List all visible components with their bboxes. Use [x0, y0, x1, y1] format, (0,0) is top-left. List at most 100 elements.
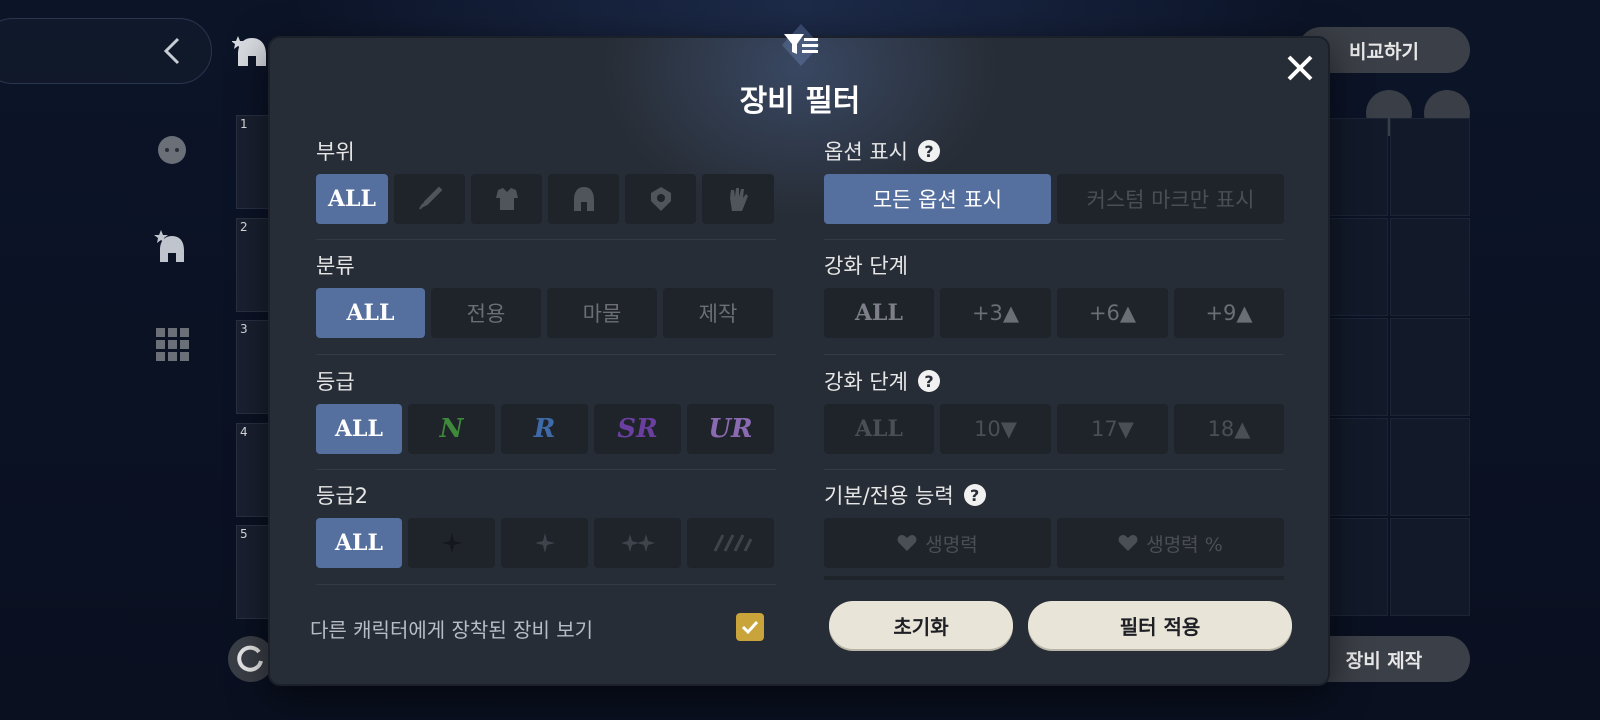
enhance2-options: ALL 10▼ 17▼ 18▲ — [824, 404, 1284, 454]
part-accessory-button[interactable] — [625, 174, 696, 224]
grade-label: 등급 — [316, 366, 355, 396]
help-icon[interactable]: ? — [917, 370, 940, 392]
sword-icon — [418, 186, 442, 210]
show-all-options-button[interactable]: 모든 옵션 표시 — [824, 174, 1051, 224]
grid-cell[interactable] — [1390, 418, 1470, 516]
category-exclusive-button[interactable]: 전용 — [431, 288, 541, 338]
accessory-icon — [650, 187, 671, 211]
reset-button[interactable]: 초기화 — [829, 601, 1013, 649]
option-display-options: 모든 옵션 표시 커스텀 마크만 표시 — [824, 174, 1284, 224]
modal-title: 장비 필터 — [739, 84, 861, 119]
enhance2-18-button[interactable]: 18▲ — [1174, 404, 1284, 454]
category-options: ALL 전용 마물 제작 — [316, 288, 773, 338]
grid-menu-icon[interactable] — [152, 324, 192, 364]
part-all-button[interactable]: ALL — [316, 174, 388, 224]
hp-percent-button[interactable]: 생명력 % — [1057, 518, 1284, 568]
part-weapon-button[interactable] — [394, 174, 465, 224]
category-all-button[interactable]: ALL — [316, 288, 425, 338]
show-custom-mark-button[interactable]: 커스텀 마크만 표시 — [1057, 174, 1284, 224]
grid-cell[interactable] — [1390, 518, 1470, 616]
grade-ur-button[interactable]: UR — [687, 404, 774, 454]
part-helmet-button[interactable] — [548, 174, 619, 224]
enhance-label-text: 강화 단계 — [824, 254, 908, 278]
help-icon[interactable]: ? — [963, 484, 986, 506]
category-label: 분류 — [316, 250, 355, 280]
enhance2-all-button[interactable]: ALL — [824, 404, 934, 454]
star-1-icon — [441, 533, 462, 553]
grade-n-text: N — [439, 414, 464, 444]
scroll-hint — [824, 576, 1284, 580]
divider — [824, 354, 1284, 355]
back-arrow-icon[interactable] — [158, 36, 188, 66]
heart-icon — [897, 535, 917, 551]
glove-icon — [730, 188, 748, 211]
grade2-all-button[interactable]: ALL — [316, 518, 402, 568]
filter-icon — [782, 24, 820, 66]
enhance-options: ALL +3▲ +6▲ +9▲ — [824, 288, 1284, 338]
grade2-3-button[interactable] — [594, 518, 681, 568]
help-icon[interactable]: ? — [917, 140, 940, 162]
grade-all-button[interactable]: ALL — [316, 404, 402, 454]
star-3-icon — [620, 534, 655, 552]
refresh-button[interactable] — [228, 636, 274, 682]
grade2-label: 등급2 — [316, 480, 368, 510]
grade-sr-text: SR — [617, 414, 658, 444]
refresh-icon — [237, 645, 263, 672]
grade2-1-button[interactable] — [408, 518, 495, 568]
option-display-label: 옵션 표시? — [824, 136, 940, 166]
enhance-label: 강화 단계 — [824, 250, 908, 280]
part-glove-button[interactable] — [702, 174, 774, 224]
grade-options: ALL N R SR UR — [316, 404, 774, 454]
ability-options: 생명력 생명력 % — [824, 518, 1284, 568]
checkmark-icon — [741, 620, 759, 635]
hp-text: 생명력 — [925, 533, 978, 556]
enhance2-17-button[interactable]: 17▼ — [1057, 404, 1168, 454]
grade-ur-text: UR — [708, 414, 753, 444]
category-crafted-button[interactable]: 제작 — [663, 288, 773, 338]
category-label-text: 분류 — [316, 254, 355, 278]
grade2-label-text: 등급2 — [316, 484, 369, 508]
enhance2-label: 강화 단계? — [824, 366, 940, 396]
enhance-6-button[interactable]: +6▲ — [1057, 288, 1168, 338]
heart-icon — [1118, 535, 1138, 551]
enhance2-10-button[interactable]: 10▼ — [940, 404, 1051, 454]
star-4-icon — [713, 534, 752, 552]
apply-filter-button[interactable]: 필터 적용 — [1028, 601, 1292, 649]
part-options: ALL — [316, 174, 774, 224]
equipment-tab-icon[interactable] — [152, 228, 192, 268]
list-number: 3 — [240, 322, 248, 336]
grade2-options: ALL — [316, 518, 774, 568]
grade2-4-button[interactable] — [687, 518, 774, 568]
category-monster-button[interactable]: 마물 — [547, 288, 657, 338]
grid-cell[interactable] — [1390, 118, 1470, 216]
grade-sr-button[interactable]: SR — [594, 404, 681, 454]
hp-button[interactable]: 생명력 — [824, 518, 1051, 568]
helmet-icon — [573, 187, 594, 211]
close-icon[interactable] — [1284, 52, 1316, 84]
equipment-helmet-icon — [232, 36, 266, 66]
ability-label: 기본/전용 능력? — [824, 480, 986, 510]
grid-cell[interactable] — [1390, 218, 1470, 316]
grade-r-button[interactable]: R — [501, 404, 588, 454]
hp-percent-text: 생명력 % — [1146, 533, 1223, 556]
part-armor-button[interactable] — [471, 174, 542, 224]
filter-modal — [270, 38, 1328, 684]
enhance-9-button[interactable]: +9▲ — [1174, 288, 1284, 338]
divider — [316, 469, 776, 470]
grade2-2-button[interactable] — [501, 518, 588, 568]
enhance-all-button[interactable]: ALL — [824, 288, 934, 338]
ability-label-text: 기본/전용 능력 — [824, 484, 954, 508]
option-display-label-text: 옵션 표시 — [824, 140, 908, 164]
equipped-checkbox[interactable] — [736, 613, 764, 641]
equipped-toggle-label: 다른 캐릭터에게 장착된 장비 보기 — [310, 618, 594, 642]
enhance2-label-text: 강화 단계 — [824, 370, 908, 394]
grid-cell[interactable] — [1390, 318, 1470, 416]
character-icon[interactable] — [152, 130, 192, 170]
list-number: 4 — [240, 425, 248, 439]
star-2-icon — [534, 533, 555, 553]
enhance-3-button[interactable]: +3▲ — [940, 288, 1051, 338]
grade-n-button[interactable]: N — [408, 404, 495, 454]
list-number: 2 — [240, 220, 248, 234]
divider — [316, 584, 776, 585]
part-label-text: 부위 — [316, 140, 355, 164]
